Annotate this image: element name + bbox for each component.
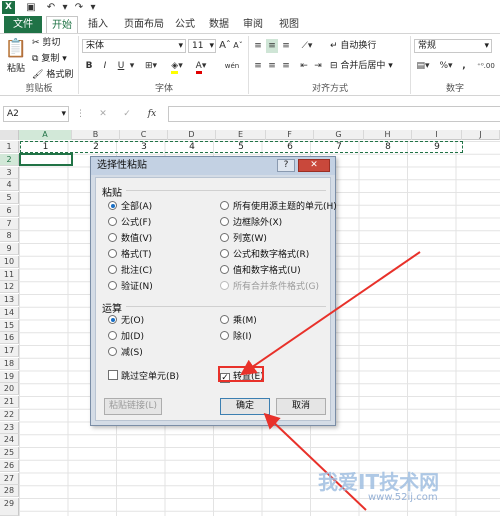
annotation-arrows [240, 251, 421, 511]
watermark-url: www.52ij.com [368, 492, 438, 503]
watermark-title: 我爱IT技术网 [318, 470, 440, 494]
watermark: 我爱IT技术网 www.52ij.com [318, 466, 500, 506]
arrow-to-transpose [240, 251, 421, 376]
